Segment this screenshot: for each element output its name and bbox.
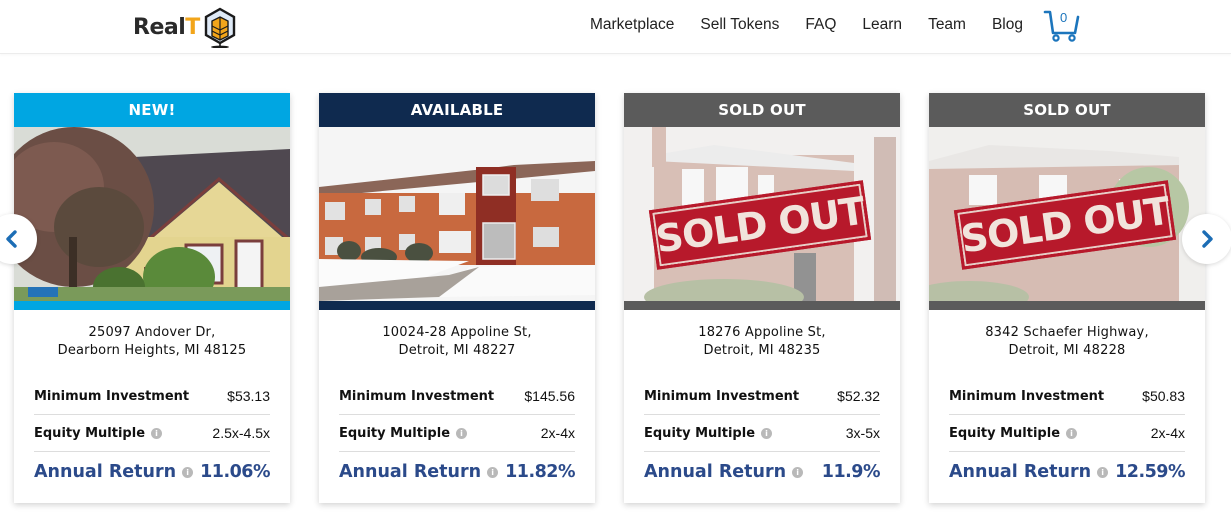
min-investment-row: Minimum Investment $52.32 [644,378,880,415]
info-icon[interactable]: i [487,466,499,478]
min-investment-value: $50.83 [1142,388,1185,404]
status-badge: SOLD OUT [624,93,900,127]
logo-wordmark: RealT [133,14,200,40]
cart-count: 0 [1060,10,1068,25]
annual-return-row: Annual Return i 11.06% [34,462,270,482]
equity-multiple-value: 3x-5x [845,425,880,441]
property-card[interactable]: SOLD OUT SOLD OUT 18276 Appoline St, Det… [624,93,900,503]
cube-logo-icon [204,7,235,48]
property-photo[interactable] [14,127,290,301]
min-investment-row: Minimum Investment $50.83 [949,378,1185,415]
site-header: RealT Marketplace Sell Tokens FAQ Learn … [0,0,1231,54]
info-icon[interactable]: i [1097,466,1109,478]
annual-return-value: 11.9% [821,462,881,482]
property-photo[interactable]: SOLD OUT [624,127,900,301]
property-card[interactable]: SOLD OUT SOLD OUT 8342 Schaefer Highway,… [929,93,1205,503]
nav-sell-tokens[interactable]: Sell Tokens [700,16,779,34]
min-investment-row: Minimum Investment $145.56 [339,378,575,415]
photo-bottom-bar [319,301,595,310]
equity-multiple-row: Equity Multiple i 2.5x-4.5x [34,415,270,452]
annual-return-value: 11.82% [505,462,575,482]
annual-return-row: Annual Return i 12.59% [949,462,1185,482]
chevron-right-icon [1202,230,1213,248]
property-address[interactable]: 18276 Appoline St, Detroit, MI 48235 [624,310,900,360]
min-investment-value: $52.32 [837,388,880,404]
equity-multiple-row: Equity Multiple i 2x-4x [339,415,575,452]
carousel-next-button[interactable] [1182,214,1231,264]
info-icon[interactable]: i [1066,427,1078,439]
nav-team[interactable]: Team [928,16,966,34]
info-icon[interactable]: i [456,427,468,439]
nav-learn[interactable]: Learn [862,16,902,34]
main-nav: Marketplace Sell Tokens FAQ Learn Team B… [590,0,1023,50]
property-card[interactable]: AVAILABLE 10024-28 Appoline St, Detroit,… [319,93,595,503]
photo-bottom-bar [929,301,1205,310]
realt-logo[interactable]: RealT [133,6,238,48]
cart-button[interactable]: 0 [1043,9,1081,43]
min-investment-value: $145.56 [524,388,575,404]
nav-blog[interactable]: Blog [992,16,1023,34]
status-badge: SOLD OUT [929,93,1205,127]
property-photo[interactable]: SOLD OUT [929,127,1205,301]
min-investment-value: $53.13 [227,388,270,404]
min-investment-row: Minimum Investment $53.13 [34,378,270,415]
house-image [14,127,290,301]
equity-multiple-value: 2x-4x [1150,425,1185,441]
info-icon[interactable]: i [182,466,194,478]
property-photo[interactable] [319,127,595,301]
chevron-left-icon [6,230,17,248]
info-icon[interactable]: i [761,427,773,439]
property-address[interactable]: 10024-28 Appoline St, Detroit, MI 48227 [319,310,595,360]
property-card[interactable]: NEW! 25097 Andover Dr, Dearborn Heights,… [14,93,290,503]
apartment-image [319,127,595,301]
annual-return-value: 12.59% [1115,462,1185,482]
equity-multiple-row: Equity Multiple i 3x-5x [644,415,880,452]
property-address[interactable]: 8342 Schaefer Highway, Detroit, MI 48228 [929,310,1205,360]
annual-return-value: 11.06% [200,462,270,482]
info-icon[interactable]: i [792,466,804,478]
photo-bottom-bar [624,301,900,310]
status-badge: NEW! [14,93,290,127]
photo-bottom-bar [14,301,290,310]
annual-return-row: Annual Return i 11.9% [644,462,881,482]
info-icon[interactable]: i [151,427,163,439]
nav-faq[interactable]: FAQ [805,16,836,34]
equity-multiple-value: 2x-4x [540,425,575,441]
nav-marketplace[interactable]: Marketplace [590,16,674,34]
annual-return-row: Annual Return i 11.82% [339,462,575,482]
equity-multiple-value: 2.5x-4.5x [212,425,270,441]
status-badge: AVAILABLE [319,93,595,127]
equity-multiple-row: Equity Multiple i 2x-4x [949,415,1185,452]
property-address[interactable]: 25097 Andover Dr, Dearborn Heights, MI 4… [14,310,290,360]
